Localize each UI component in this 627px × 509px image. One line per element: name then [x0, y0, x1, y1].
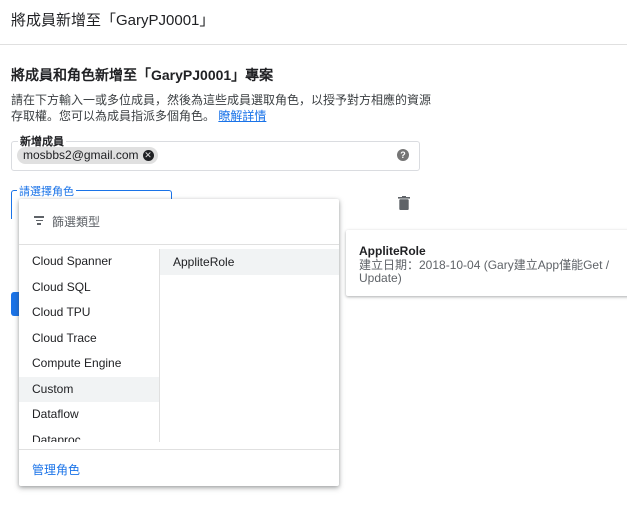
section-title: 將成員和角色新增至「GaryPJ0001」專案 [11, 67, 274, 83]
category-item[interactable]: Dataflow [19, 402, 159, 428]
member-chip-email: mosbbs2@gmail.com [23, 148, 139, 162]
manage-roles-bar: 管理角色 [19, 449, 339, 486]
chip-remove-icon[interactable]: ✕ [142, 150, 154, 161]
role-detail-description: 建立日期：2018-10-04 (Gary建立App僅能Get / Update… [359, 258, 610, 285]
filter-bar[interactable]: 篩選類型 [19, 199, 339, 245]
category-item-selected[interactable]: Custom [19, 376, 159, 402]
category-item[interactable]: Compute Engine [19, 351, 159, 377]
category-item[interactable]: Cloud SQL [19, 275, 159, 301]
manage-roles-link[interactable]: 管理角色 [32, 461, 80, 478]
section-description: 請在下方輸入一或多位成員，然後為這些成員選取角色，以授予對方相應的資源存取權。您… [11, 92, 431, 124]
role-list: AppliteRole [160, 249, 339, 442]
role-select-label: 請選擇角色 [17, 183, 76, 199]
role-item[interactable]: AppliteRole [160, 249, 339, 275]
category-item[interactable]: Cloud Spanner [19, 249, 159, 275]
save-button[interactable] [11, 292, 19, 316]
trash-icon[interactable] [398, 196, 410, 210]
category-item[interactable]: Cloud Trace [19, 326, 159, 352]
learn-more-link[interactable]: 瞭解詳情 [218, 109, 266, 123]
category-item[interactable]: Dataproc [19, 428, 159, 443]
category-item[interactable]: Cloud TPU [19, 300, 159, 326]
filter-icon [34, 216, 44, 225]
page-title: 將成員新增至「GaryPJ0001」 [11, 12, 215, 29]
category-list: Cloud Spanner Cloud SQL Cloud TPU Cloud … [19, 249, 159, 442]
help-icon[interactable]: ? [397, 149, 409, 161]
role-dropdown-menu: 篩選類型 Cloud Spanner Cloud SQL Cloud TPU C… [19, 199, 339, 486]
member-chip: mosbbs2@gmail.com ✕ [17, 147, 158, 164]
role-detail-name: AppliteRole [359, 244, 426, 258]
filter-input[interactable]: 篩選類型 [52, 213, 100, 230]
header-divider [0, 44, 627, 45]
